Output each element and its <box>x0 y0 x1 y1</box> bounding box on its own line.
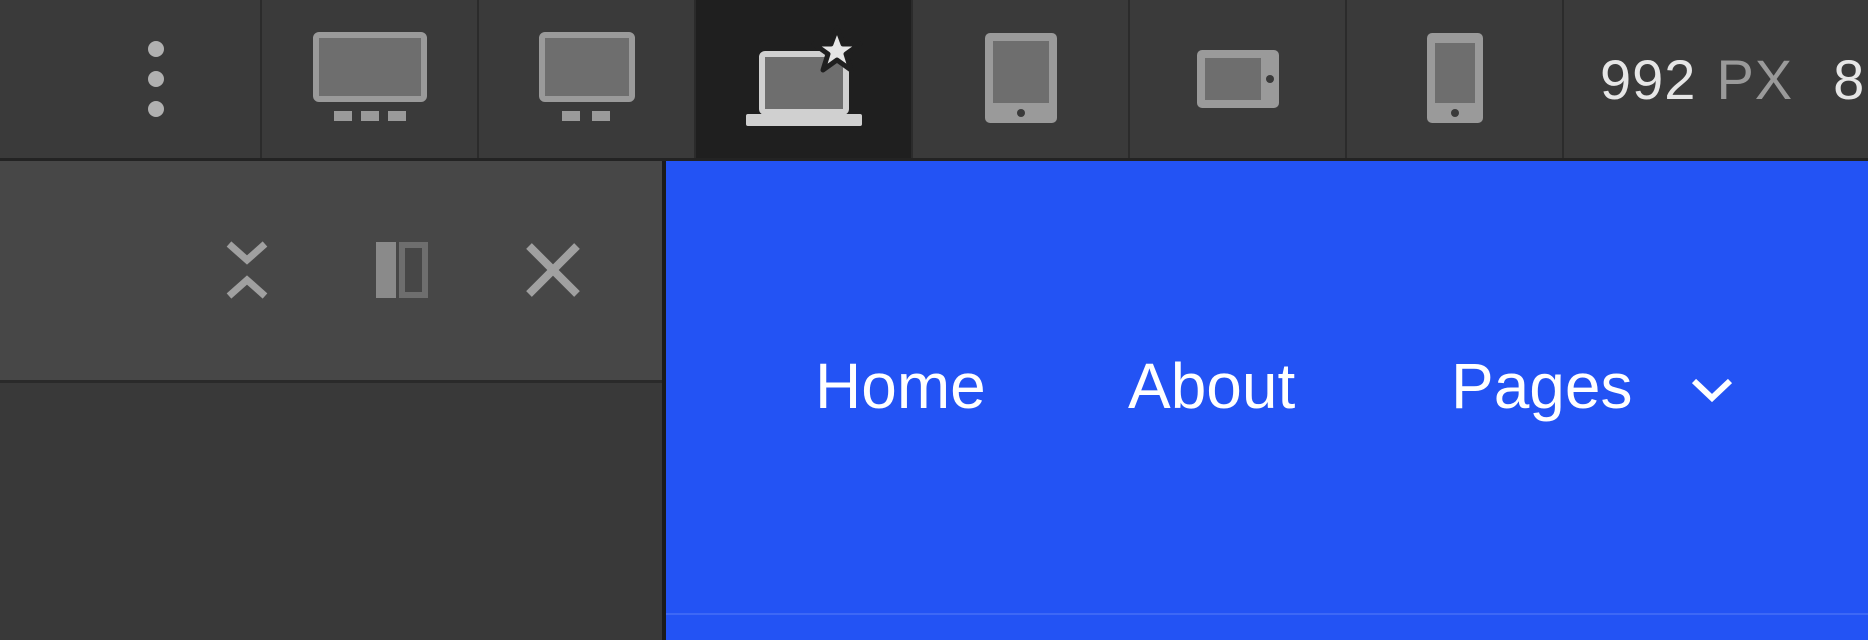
panel-body <box>0 383 662 640</box>
breakpoint-toolbar: 992 PX 8 <box>0 0 1868 161</box>
breakpoint-tablet-button[interactable] <box>913 0 1130 158</box>
canvas-width-value: 992 <box>1600 47 1697 111</box>
tablet-portrait-icon <box>984 33 1057 123</box>
close-panel-button[interactable] <box>518 235 588 305</box>
preview-section-divider <box>666 613 1868 615</box>
nav-link-about[interactable]: About <box>1128 349 1295 423</box>
canvas-width-readout: 992 PX 8 <box>1600 0 1865 158</box>
laptop-base-breakpoint-icon <box>745 25 862 126</box>
collapse-icon <box>226 241 268 299</box>
breakpoint-laptop-base-button[interactable] <box>696 0 913 158</box>
collapse-panel-button[interactable] <box>212 235 282 305</box>
canvas-preview: Home About Pages <box>666 161 1868 640</box>
mobile-portrait-icon <box>1426 33 1483 123</box>
desktop-icon <box>538 32 635 121</box>
breakpoint-desktop-button[interactable] <box>479 0 696 158</box>
chevron-down-icon[interactable] <box>1689 376 1735 406</box>
more-options-button[interactable] <box>0 0 262 158</box>
tablet-landscape-icon <box>1196 50 1279 108</box>
canvas-width-unit: PX <box>1716 47 1794 111</box>
desktop-xl-icon <box>312 32 427 121</box>
breakpoint-desktop-xl-button[interactable] <box>262 0 479 158</box>
breakpoint-mobile-landscape-button[interactable] <box>1130 0 1347 158</box>
nav-link-home[interactable]: Home <box>815 349 986 423</box>
dock-panel-icon <box>376 242 428 298</box>
more-vertical-icon <box>148 41 164 117</box>
canvas-width-next: 8 <box>1833 47 1866 111</box>
nav-link-pages[interactable]: Pages <box>1451 349 1632 423</box>
close-icon <box>526 243 580 297</box>
dock-panel-button[interactable] <box>365 235 435 305</box>
breakpoint-mobile-portrait-button[interactable] <box>1347 0 1564 158</box>
